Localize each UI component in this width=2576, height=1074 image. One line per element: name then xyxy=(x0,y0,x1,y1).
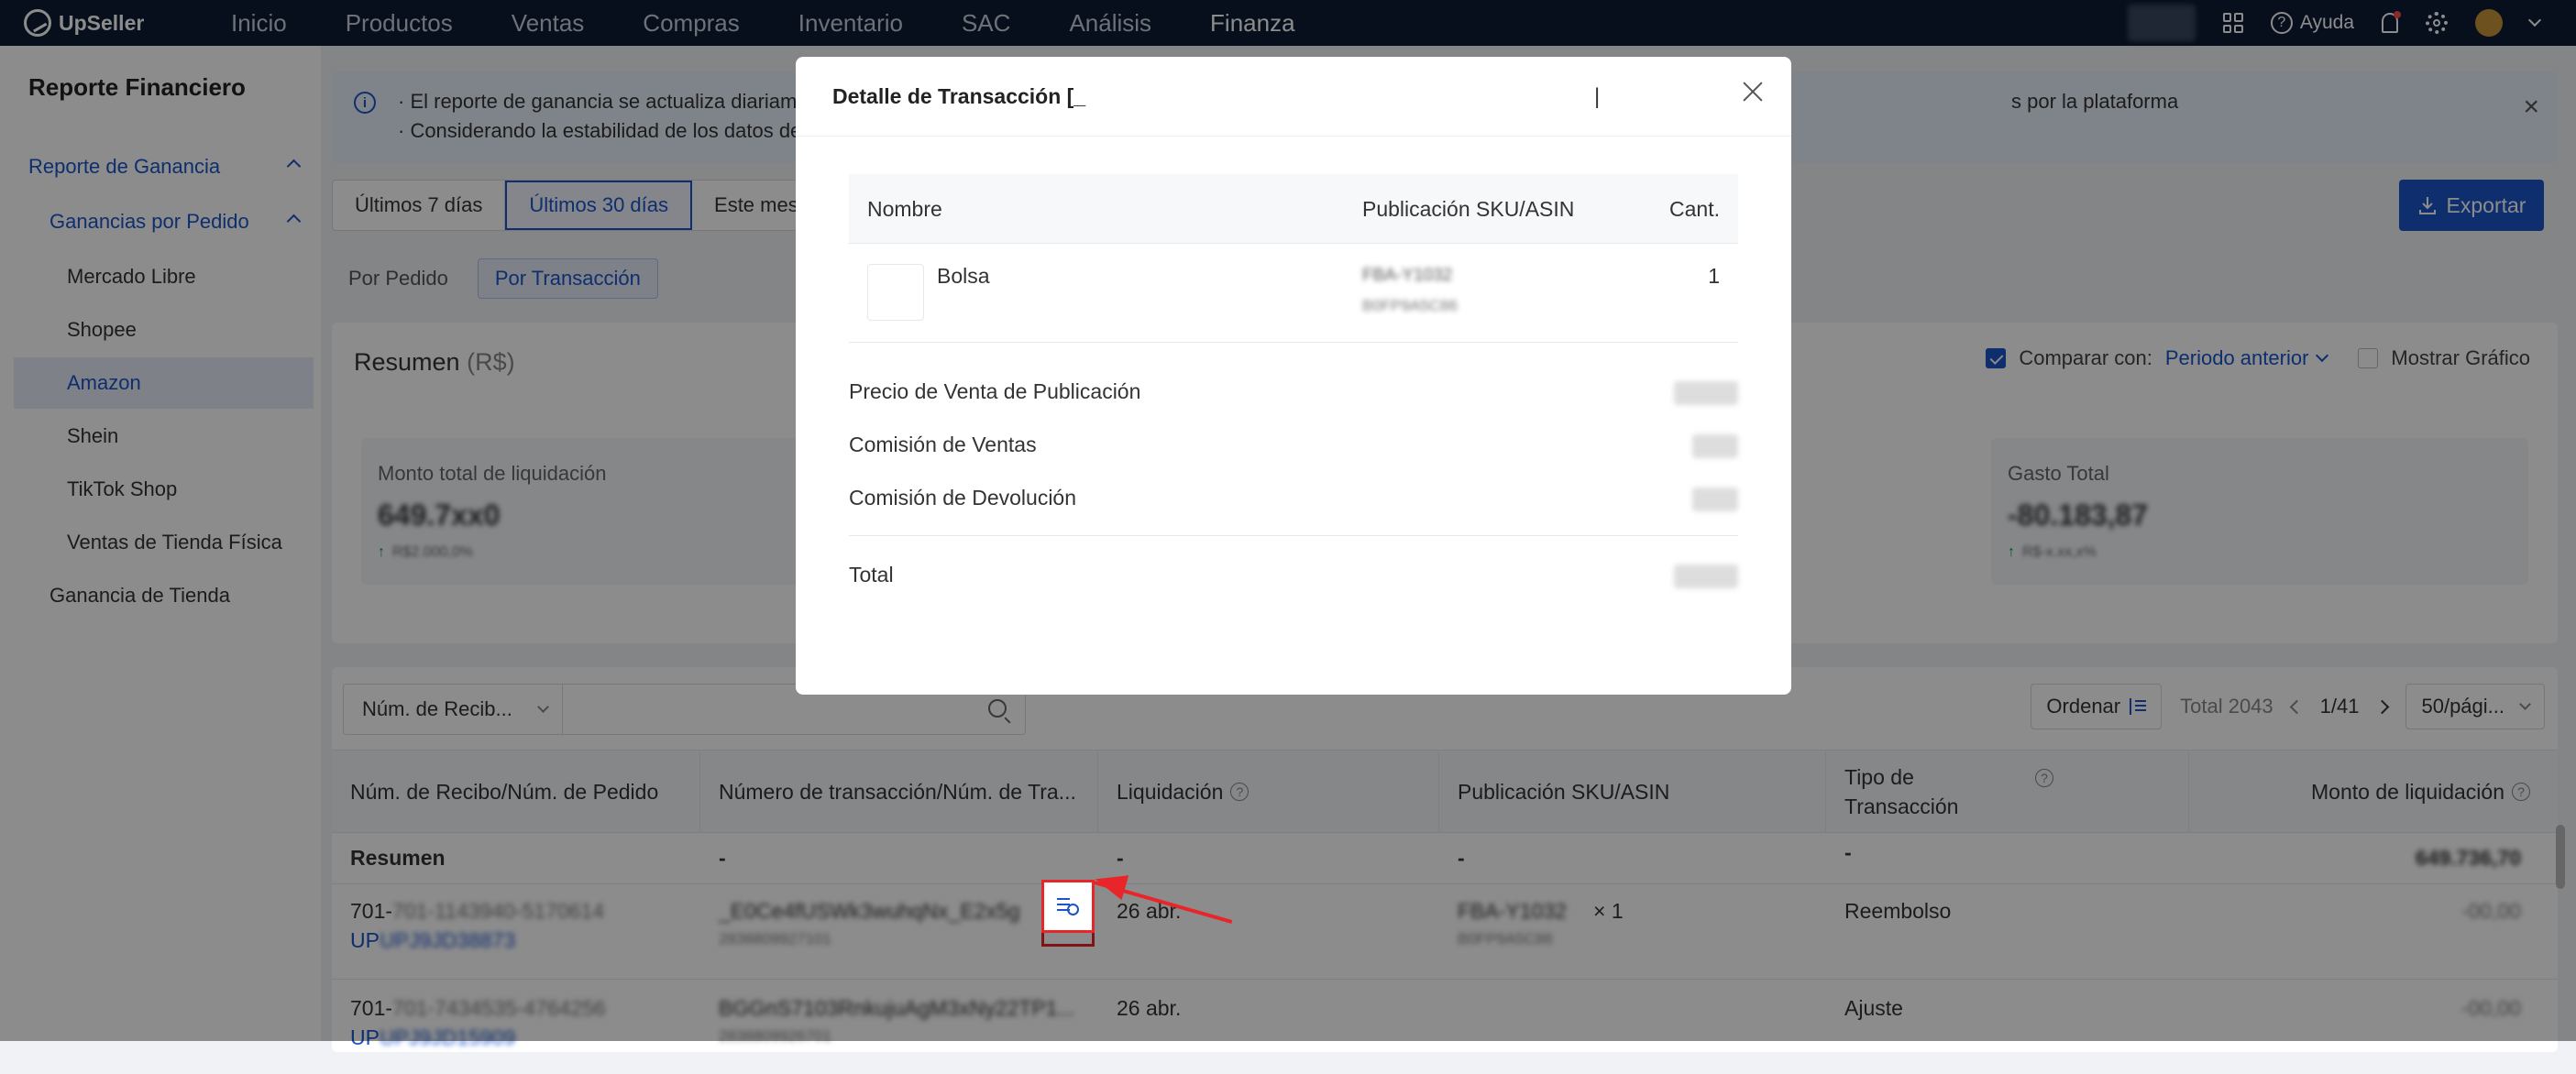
item-sku: FBA-Y1032 xyxy=(1362,266,1453,285)
line-comision-devolucion: Comisión de Devolución xyxy=(849,486,1077,510)
line-comision-ventas-value xyxy=(1692,434,1738,458)
line-total: Total xyxy=(849,563,894,586)
modal-title: Detalle de Transacción [_ xyxy=(832,84,1086,108)
item-asin: B0FP9A5C86 xyxy=(1362,297,1458,314)
item-qty: 1 xyxy=(1708,264,1720,288)
highlighted-detail-button[interactable] xyxy=(1041,880,1095,933)
text-cursor: | xyxy=(1594,84,1601,109)
line-precio-venta-value xyxy=(1674,381,1738,405)
line-comision-devolucion-value xyxy=(1692,488,1738,511)
modal-col-sku: Publicación SKU/ASIN xyxy=(1362,196,1575,221)
modal-total-divider xyxy=(849,535,1738,536)
modal-divider xyxy=(796,136,1791,137)
modal-item-row: Bolsa FBA-Y1032 B0FP9A5C86 1 xyxy=(849,244,1738,343)
product-thumbnail xyxy=(867,264,924,321)
line-precio-venta: Precio de Venta de Publicación xyxy=(849,379,1141,403)
item-name: Bolsa xyxy=(937,264,990,288)
close-icon[interactable] xyxy=(1742,81,1764,103)
line-total-value xyxy=(1674,564,1738,588)
modal-col-nombre: Nombre xyxy=(867,196,942,221)
line-comision-ventas: Comisión de Ventas xyxy=(849,433,1037,456)
detail-list-icon xyxy=(1057,896,1079,916)
modal-col-cant: Cant. xyxy=(1669,196,1720,221)
transaction-detail-modal: Detalle de Transacción [_ | Nombre Publi… xyxy=(796,57,1791,695)
modal-table-header: Nombre Publicación SKU/ASIN Cant. xyxy=(849,174,1738,244)
